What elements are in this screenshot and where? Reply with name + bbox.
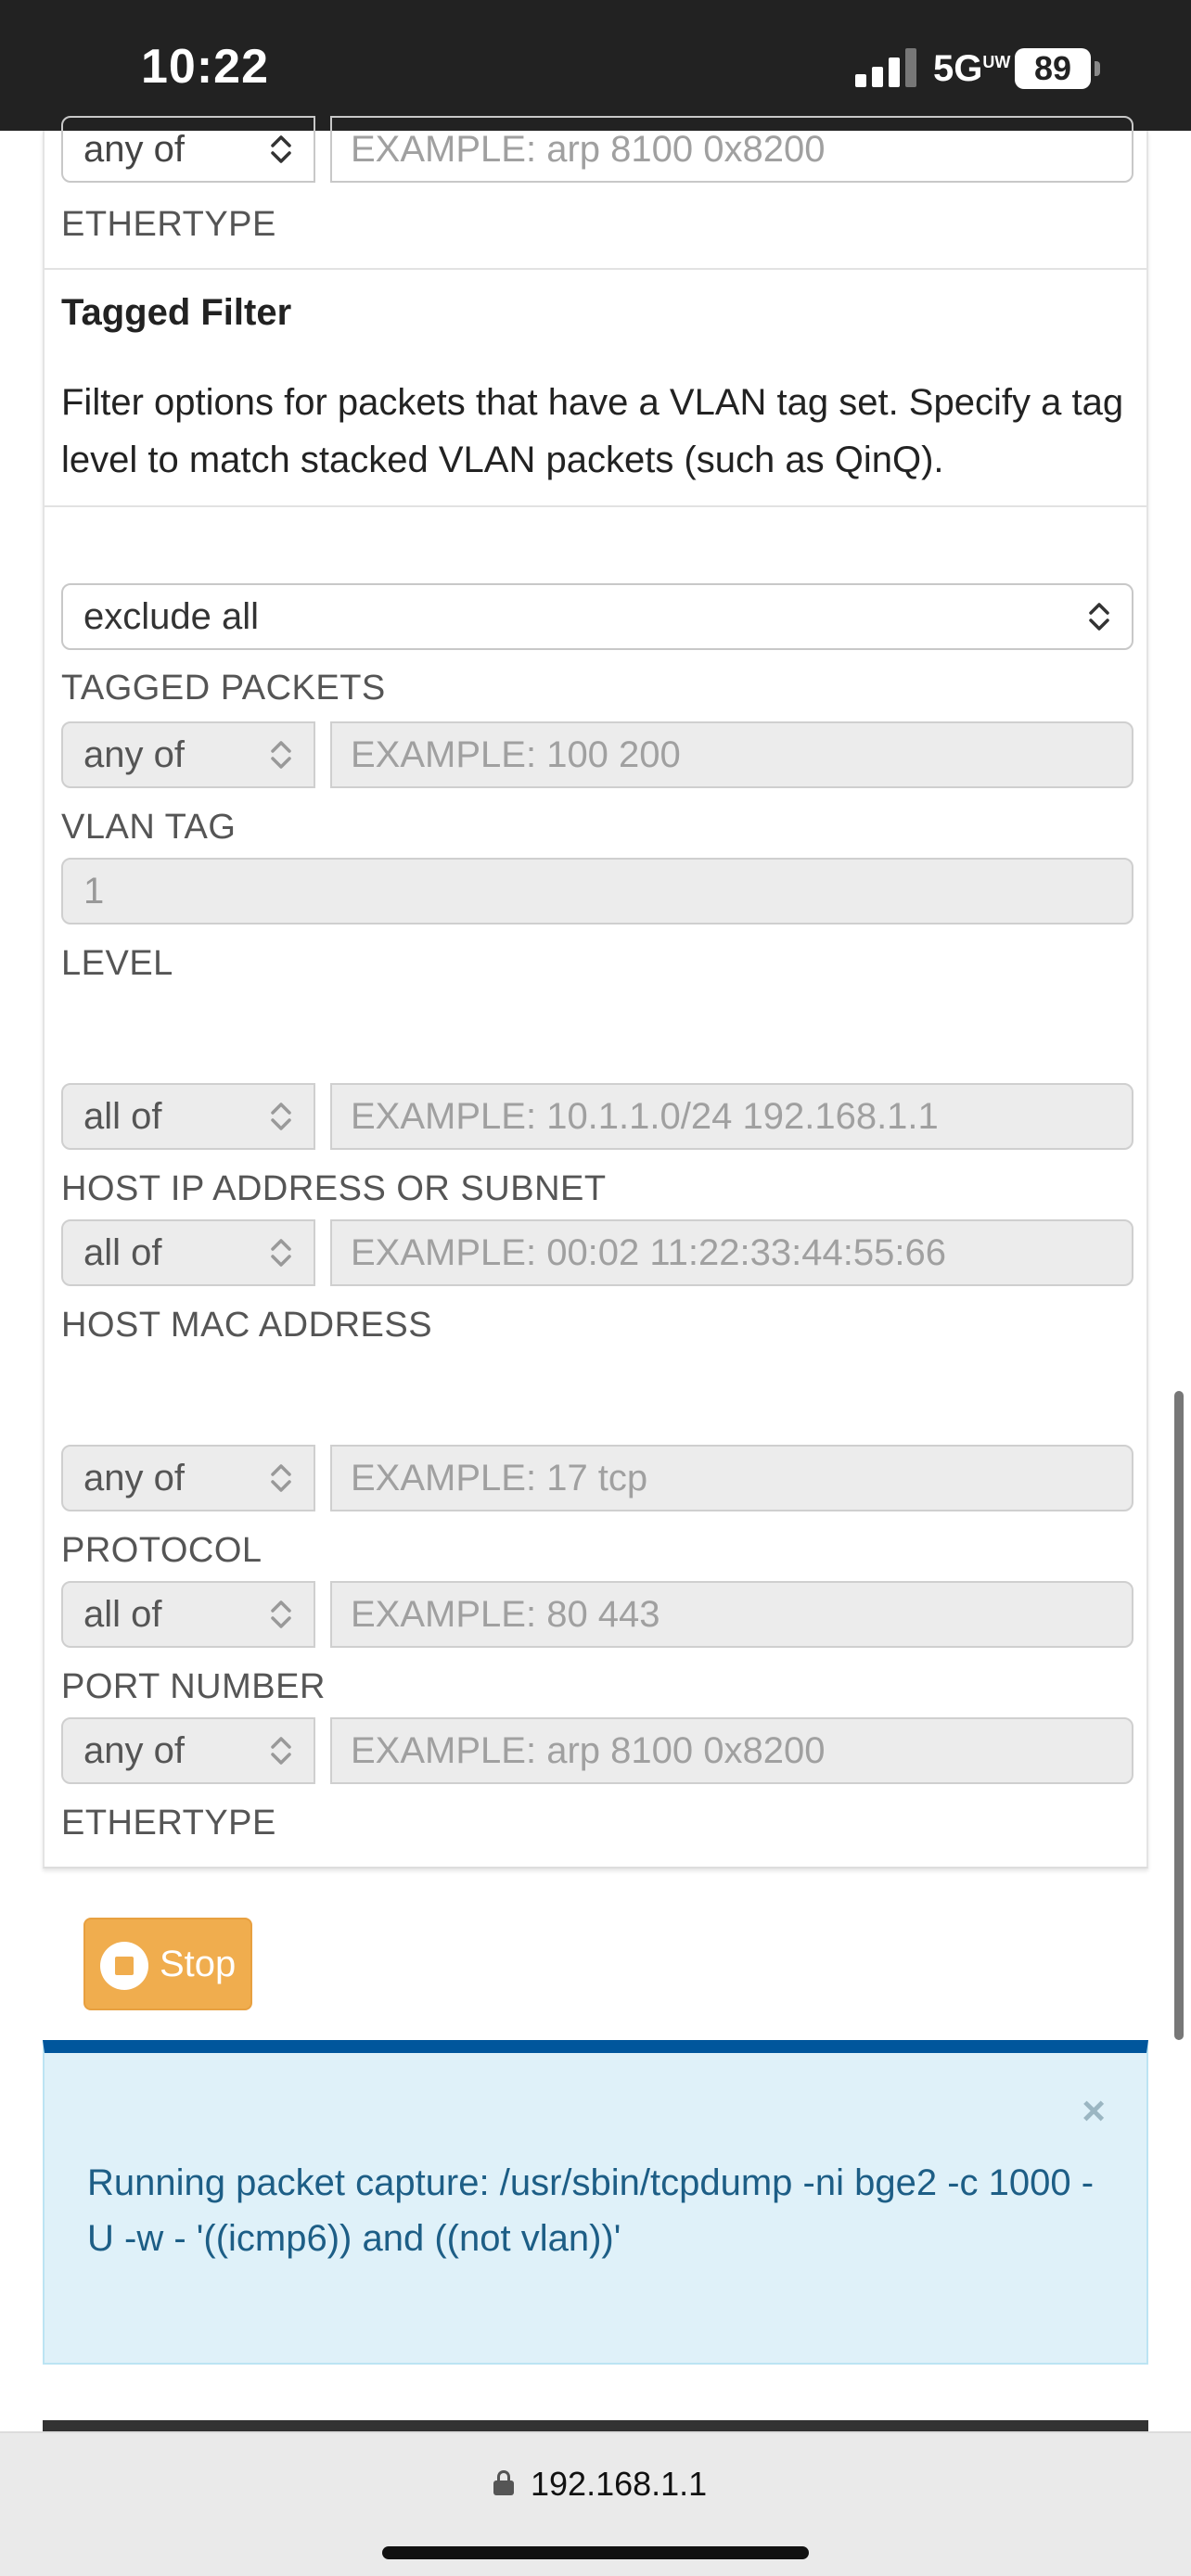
stop-button[interactable]: Stop <box>83 1918 252 2010</box>
protocol-mode-select[interactable]: any of <box>61 1445 315 1511</box>
host-ip-mode-select[interactable]: all of <box>61 1083 315 1150</box>
ethertype-row-top: any of EXAMPLE: arp 8100 0x8200 <box>61 116 1133 183</box>
network-label: 5G <box>933 48 983 89</box>
level-label: LEVEL <box>61 944 173 983</box>
select-value: all of <box>83 1594 162 1635</box>
select-chevron-icon <box>271 1239 291 1267</box>
url-text[interactable]: 192.168.1.1 <box>531 2465 707 2504</box>
host-ip-input[interactable]: EXAMPLE: 10.1.1.0/24 192.168.1.1 <box>330 1083 1133 1150</box>
select-value: all of <box>83 1232 162 1273</box>
protocol-row: any of EXAMPLE: 17 tcp <box>61 1445 1133 1511</box>
select-chevron-icon <box>271 135 291 163</box>
vlan-tag-input[interactable]: EXAMPLE: 100 200 <box>330 721 1133 788</box>
select-chevron-icon <box>1089 603 1109 631</box>
divider <box>45 505 1146 507</box>
select-value: any of <box>83 1730 185 1771</box>
host-ip-label: HOST IP ADDRESS OR SUBNET <box>61 1169 607 1208</box>
ethertype-mode-select[interactable]: any of <box>61 1717 315 1784</box>
tagged-packets-select[interactable]: exclude all <box>61 583 1133 650</box>
alert-message: Running packet capture: /usr/sbin/tcpdum… <box>87 2162 1095 2259</box>
divider <box>45 268 1146 270</box>
select-value: any of <box>83 1458 185 1498</box>
host-mac-row: all of EXAMPLE: 00:02 11:22:33:44:55:66 <box>61 1219 1133 1286</box>
select-chevron-icon <box>271 1464 291 1492</box>
battery-icon: 89 <box>1015 48 1091 89</box>
select-chevron-icon <box>271 741 291 769</box>
info-alert: × Running packet capture: /usr/sbin/tcpd… <box>43 2040 1148 2365</box>
ethertype-label: ETHERTYPE <box>61 205 276 244</box>
stop-button-label: Stop <box>160 1944 237 1984</box>
tagged-packets-label: TAGGED PACKETS <box>61 669 386 708</box>
section-description: Filter options for packets that have a V… <box>61 382 1124 480</box>
status-time: 10:22 <box>141 40 269 94</box>
port-mode-select[interactable]: all of <box>61 1581 315 1648</box>
vlan-tag-label: VLAN TAG <box>61 808 237 847</box>
select-chevron-icon <box>271 1103 291 1130</box>
network-indicator: 5GUW <box>933 48 1011 90</box>
protocol-label: PROTOCOL <box>61 1531 263 1570</box>
select-value: all of <box>83 1096 162 1137</box>
ethertype-row: any of EXAMPLE: arp 8100 0x8200 <box>61 1717 1133 1784</box>
ethertype-label: ETHERTYPE <box>61 1804 276 1843</box>
ethertype-mode-select[interactable]: any of <box>61 116 315 183</box>
battery-nub <box>1095 61 1100 76</box>
select-chevron-icon <box>271 1737 291 1765</box>
vlan-tag-mode-select[interactable]: any of <box>61 721 315 788</box>
stop-icon <box>100 1942 148 1990</box>
status-bar: 10:22 5GUW 89 <box>0 0 1191 131</box>
host-mac-mode-select[interactable]: all of <box>61 1219 315 1286</box>
level-input[interactable]: 1 <box>61 858 1133 925</box>
browser-address-bar[interactable]: 192.168.1.1 <box>0 2431 1191 2576</box>
vlan-tag-row: any of EXAMPLE: 100 200 <box>61 721 1133 788</box>
host-ip-row: all of EXAMPLE: 10.1.1.0/24 192.168.1.1 <box>61 1083 1133 1150</box>
close-icon[interactable]: × <box>1082 2088 1106 2135</box>
host-mac-input[interactable]: EXAMPLE: 00:02 11:22:33:44:55:66 <box>330 1219 1133 1286</box>
scrollbar[interactable] <box>1174 1391 1184 2040</box>
port-input[interactable]: EXAMPLE: 80 443 <box>330 1581 1133 1648</box>
ethertype-input[interactable]: EXAMPLE: arp 8100 0x8200 <box>330 1717 1133 1784</box>
select-value: exclude all <box>83 596 260 637</box>
select-value: any of <box>83 734 185 775</box>
ethertype-input[interactable]: EXAMPLE: arp 8100 0x8200 <box>330 116 1133 183</box>
host-mac-label: HOST MAC ADDRESS <box>61 1306 433 1345</box>
select-chevron-icon <box>271 1600 291 1628</box>
cellular-signal-icon <box>855 46 920 87</box>
lock-icon <box>493 2470 514 2495</box>
section-title-tagged-filter: Tagged Filter <box>61 292 292 333</box>
select-value: any of <box>83 129 185 170</box>
protocol-input[interactable]: EXAMPLE: 17 tcp <box>330 1445 1133 1511</box>
port-row: all of EXAMPLE: 80 443 <box>61 1581 1133 1648</box>
port-label: PORT NUMBER <box>61 1667 326 1706</box>
network-suffix: UW <box>982 53 1011 71</box>
home-indicator[interactable] <box>382 2546 809 2559</box>
filter-panel: any of EXAMPLE: arp 8100 0x8200 ETHERTYP… <box>43 116 1148 1868</box>
